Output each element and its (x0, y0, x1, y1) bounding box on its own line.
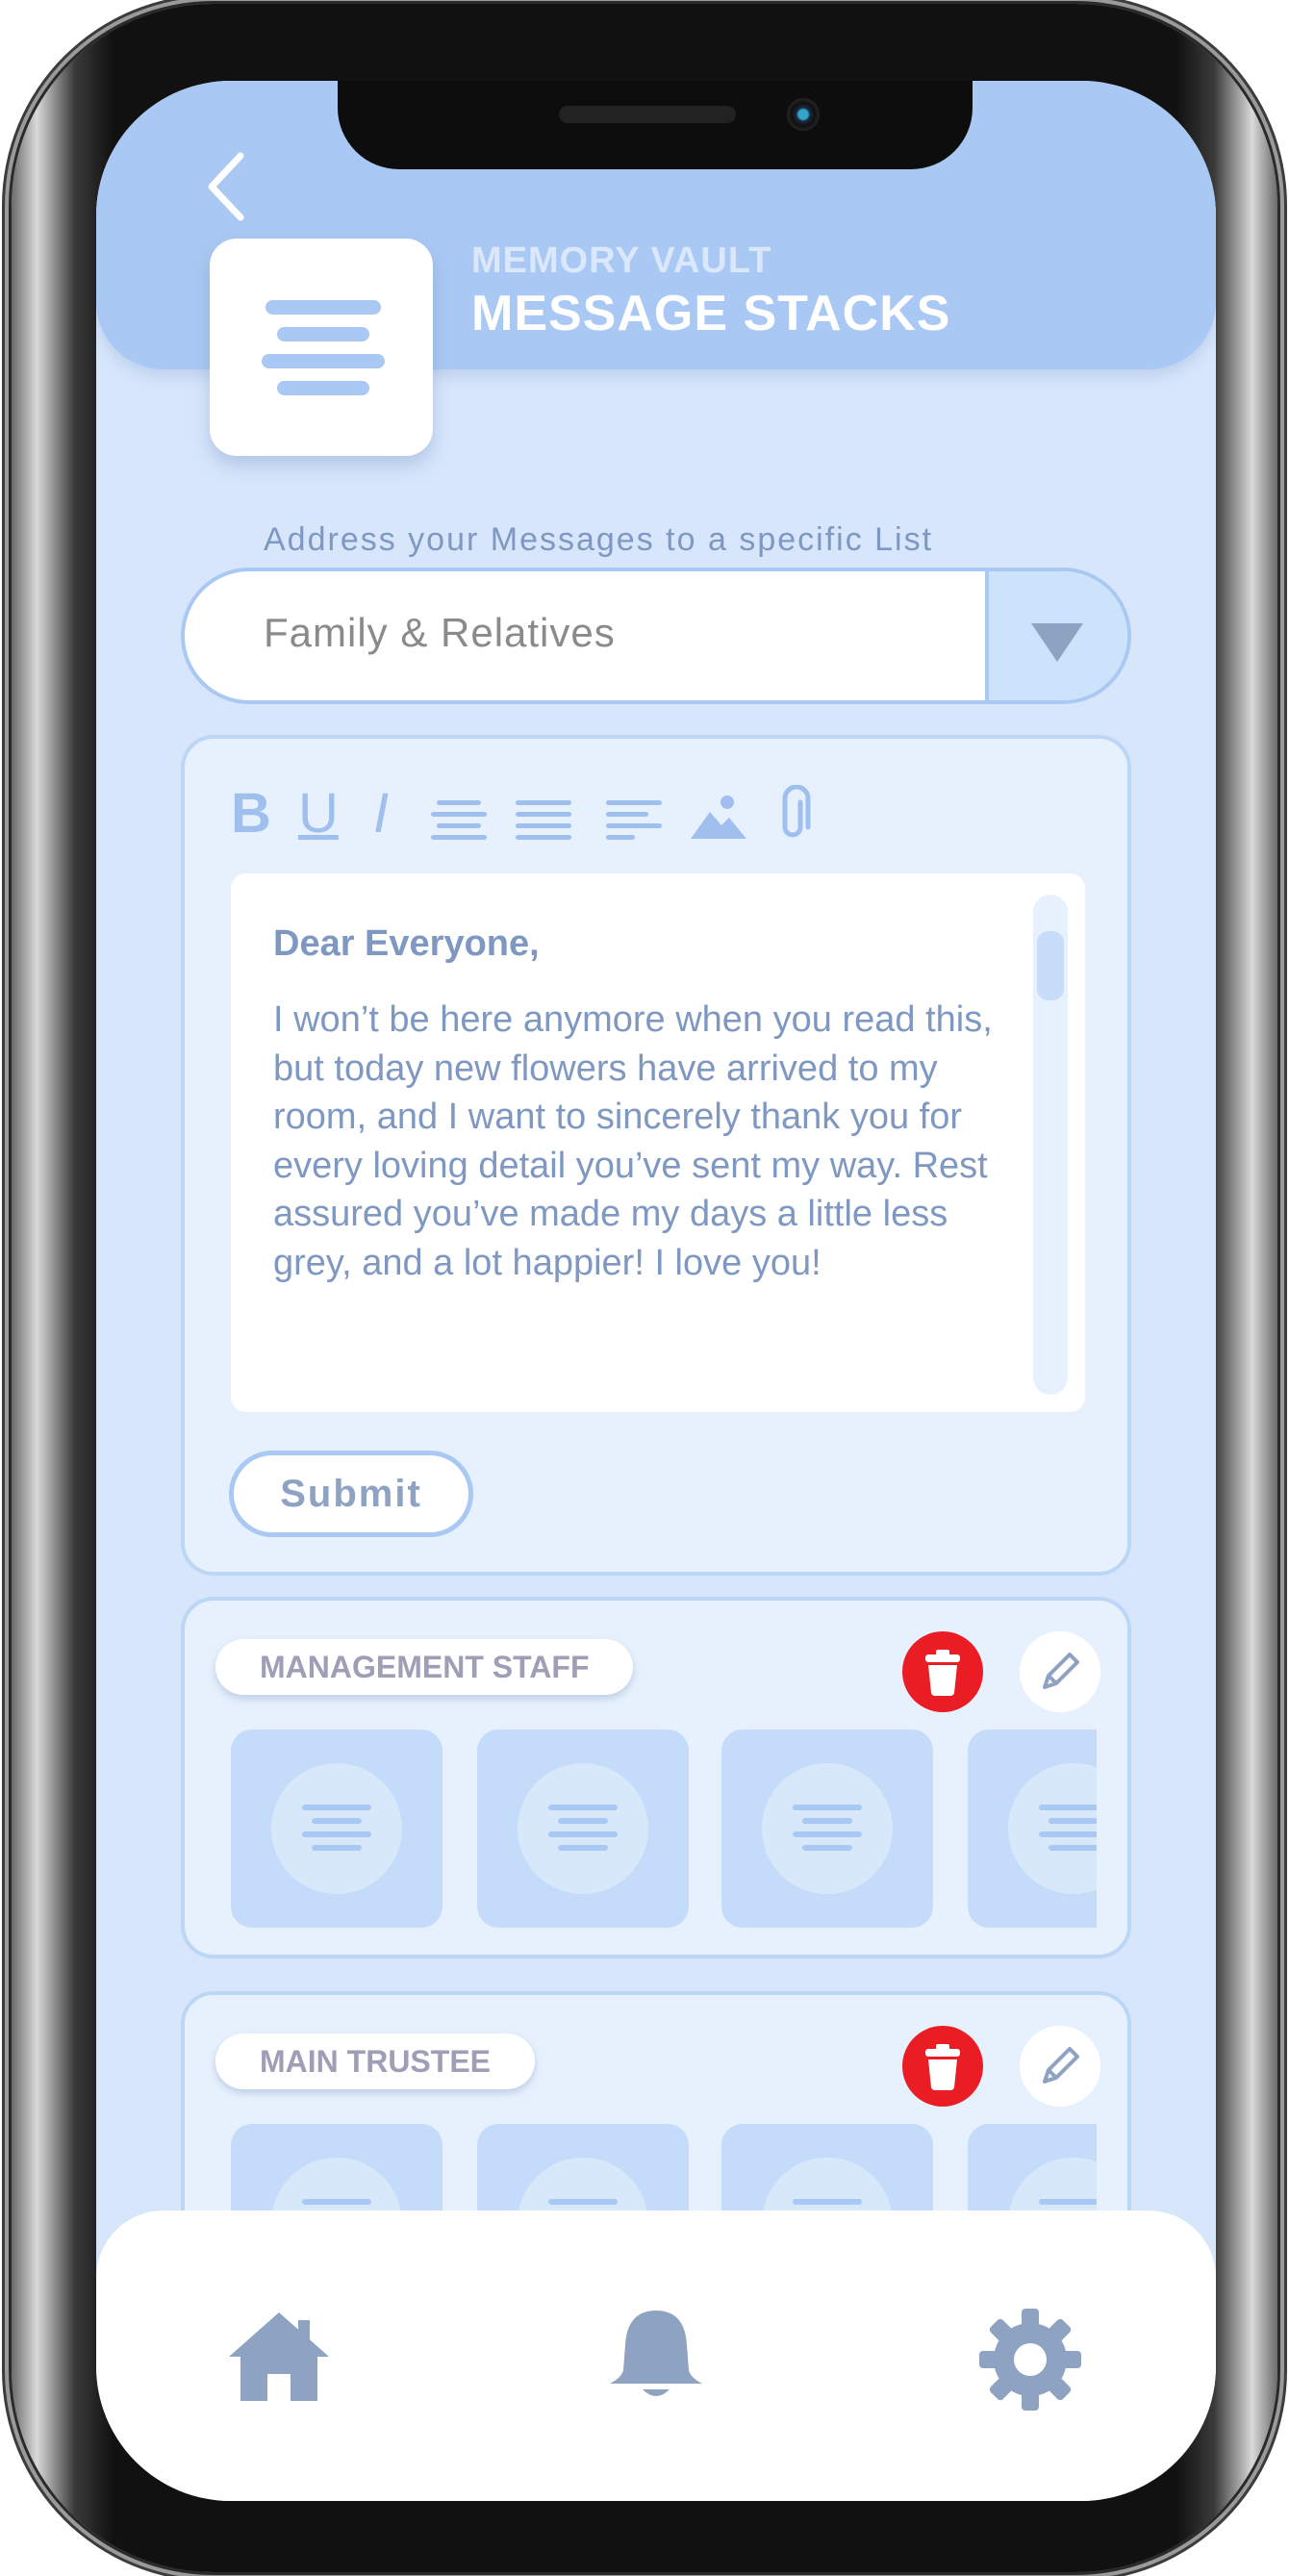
selected-list: Family & Relatives (264, 610, 616, 655)
paperclip-icon (782, 784, 811, 838)
align-center-button[interactable] (431, 785, 487, 843)
scrollbar-thumb[interactable] (1037, 931, 1064, 1000)
gear-icon (979, 2309, 1081, 2411)
message-body: I won’t be here anymore when you read th… (273, 999, 993, 1283)
trash-icon (925, 2044, 960, 2090)
delete-stack-button[interactable] (902, 1631, 983, 1712)
message-textarea[interactable]: Dear Everyone, I won’t be here anymore w… (231, 873, 1085, 1412)
edit-stack-button[interactable] (1020, 2026, 1100, 2107)
home-icon (229, 2312, 329, 2401)
bold-button[interactable]: B (231, 785, 271, 843)
message-tile[interactable] (477, 1730, 689, 1928)
scrollbar[interactable] (1033, 895, 1068, 1395)
submit-button[interactable]: Submit (229, 1451, 473, 1537)
stack-label[interactable]: MANAGEMENT STAFF (215, 1639, 634, 1695)
image-icon (691, 796, 746, 839)
stack-label[interactable]: MAIN TRUSTEE (215, 2033, 535, 2089)
nav-settings-button[interactable] (977, 2307, 1083, 2417)
dropdown-button[interactable] (985, 571, 1127, 700)
message-lines-icon (762, 1763, 893, 1894)
message-tile[interactable] (231, 1730, 442, 1928)
align-left-button[interactable] (606, 785, 662, 843)
chevron-left-icon (208, 152, 244, 221)
power-button (1277, 596, 1287, 895)
stack-card: MANAGEMENT STAFF (181, 1597, 1131, 1958)
volume-up-button (2, 527, 12, 716)
message-lines-icon (1008, 1763, 1097, 1894)
volume-down-button (2, 762, 12, 950)
delete-stack-button[interactable] (902, 2026, 983, 2107)
stack-items (231, 1730, 1097, 1928)
trash-icon (925, 1650, 960, 1696)
page-title: MESSAGE STACKS (471, 286, 951, 341)
message-tile[interactable] (721, 1730, 933, 1928)
bottom-nav (96, 2210, 1216, 2501)
phone-frame: MEMORY VAULT MESSAGE STACKS Address your… (12, 4, 1277, 2572)
italic-button[interactable]: I (373, 785, 389, 843)
nav-home-button[interactable] (225, 2309, 333, 2410)
bell-icon (610, 2311, 702, 2396)
pencil-icon (1043, 1653, 1079, 1689)
back-button[interactable] (202, 148, 256, 225)
justify-button[interactable] (516, 785, 571, 843)
header-subtitle: MEMORY VAULT (471, 240, 772, 281)
message-tile[interactable] (968, 1730, 1097, 1928)
message-lines-icon (518, 1763, 648, 1894)
underline-button[interactable]: U (298, 785, 339, 843)
insert-image-button[interactable] (689, 785, 748, 843)
message-greeting: Dear Everyone, (273, 923, 540, 964)
phone-screen: MEMORY VAULT MESSAGE STACKS Address your… (96, 81, 1216, 2501)
front-camera (787, 98, 820, 131)
message-lines-icon (271, 1763, 402, 1894)
mute-switch (2, 342, 12, 439)
edit-stack-button[interactable] (1020, 1631, 1100, 1712)
speaker-grille (559, 106, 736, 123)
pencil-icon (1043, 2047, 1079, 2084)
notch (338, 81, 973, 169)
recipient-list-select[interactable]: Family & Relatives (181, 568, 1131, 704)
message-editor: B U I Dear Everyone, I won’t be here any… (181, 735, 1131, 1576)
triangle-down-icon (1031, 623, 1083, 662)
address-label: Address your Messages to a specific List (264, 521, 934, 558)
nav-notifications-button[interactable] (602, 2307, 710, 2408)
menu-icon-tile[interactable] (210, 239, 433, 456)
attach-file-button[interactable] (775, 784, 814, 843)
